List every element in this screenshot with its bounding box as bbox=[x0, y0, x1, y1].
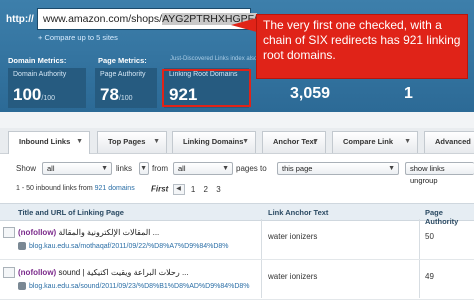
from-label: from bbox=[152, 164, 168, 173]
table-row: (nofollow) المقالات الإلكترونية والمقالة… bbox=[0, 220, 474, 260]
tab-advanced-reports[interactable]: Advanced Repo bbox=[424, 131, 474, 166]
chevron-down-icon: ▼ bbox=[312, 138, 319, 145]
page-3-link[interactable]: 3 bbox=[216, 185, 220, 194]
domain-authority-label: Domain Authority bbox=[13, 71, 67, 78]
prev-page-icon[interactable]: ◀ bbox=[172, 184, 185, 195]
filter-bar: Show all ▼ links ▼ from all ▼ pages to thi… bbox=[0, 154, 474, 204]
page-authority-label: Page Authority bbox=[100, 71, 146, 78]
tab-linking-domains[interactable]: Linking Domains ▼ bbox=[172, 131, 256, 153]
tab-label: Top Pages bbox=[108, 137, 146, 146]
col-anchor-text[interactable]: Link Anchor Text bbox=[268, 208, 328, 217]
domain-authority-value: 100 bbox=[13, 85, 42, 104]
metric-value-5: 1 bbox=[404, 85, 413, 102]
nofollow-tag: (nofollow) bbox=[18, 268, 57, 277]
link-icon bbox=[18, 242, 26, 250]
page-2-link[interactable]: 2 bbox=[204, 185, 208, 194]
page-authority-value: 50 bbox=[425, 232, 434, 241]
chevron-down-icon: ▼ bbox=[242, 138, 249, 145]
tab-compare-link-metrics[interactable]: Compare Link Metrics▼ bbox=[332, 131, 418, 166]
tab-label: Anchor Text bbox=[273, 137, 317, 146]
link-type-select[interactable]: all ▼ bbox=[42, 162, 112, 175]
url-header: http:// www.amazon.com/shops/AYG2PTRHXHG… bbox=[0, 0, 474, 112]
anchor-text: water ionizers bbox=[268, 272, 318, 281]
annotation-callout: The very first one checked, with a chain… bbox=[256, 14, 468, 79]
url-scheme-label: http:// bbox=[6, 14, 34, 25]
link-icon bbox=[18, 282, 26, 290]
url-input[interactable]: www.amazon.com/shops/AYG2PTRHXHGPF/ bbox=[37, 8, 257, 30]
pager-first-label[interactable]: First bbox=[151, 185, 168, 194]
table-header: Title and URL of Linking Page Link Ancho… bbox=[0, 203, 474, 226]
url-plain-text: www.amazon.com/shops/ bbox=[43, 13, 163, 25]
pages-to-label: pages to bbox=[236, 164, 267, 173]
highlight-box bbox=[162, 69, 251, 107]
nofollow-tag: (nofollow) bbox=[18, 228, 57, 237]
link-grouping-value: show links ungroup bbox=[410, 164, 445, 185]
tab-anchor-text[interactable]: Anchor Text ▼ bbox=[262, 131, 326, 153]
linking-page-url[interactable]: blog.kau.edu.sa/mothaqaf/2011/09/22/%D8%… bbox=[29, 243, 229, 250]
metric-value-4: 3,059 bbox=[290, 85, 331, 102]
page-authority-value: 49 bbox=[425, 272, 434, 281]
domains-link[interactable]: 921 domains bbox=[95, 185, 135, 192]
links-toggle[interactable]: ▼ bbox=[139, 162, 149, 175]
domain-authority-unit: /100 bbox=[41, 95, 55, 102]
linking-page-title[interactable]: sound | رحلات البراعة ويقيت اكتيكية ... bbox=[58, 268, 188, 277]
target-value: this page bbox=[282, 164, 313, 173]
tab-inbound-links[interactable]: Inbound Links ▼ bbox=[8, 131, 90, 154]
page-metrics-label: Page Metrics: bbox=[98, 56, 147, 65]
chevron-down-icon: ▼ bbox=[140, 165, 147, 172]
chevron-down-icon: ▼ bbox=[404, 138, 411, 145]
from-select[interactable]: all ▼ bbox=[173, 162, 233, 175]
results-count: 1 - 50 inbound links from 921 domains bbox=[16, 185, 135, 192]
link-grouping-select[interactable]: show links ungroup bbox=[405, 162, 474, 185]
just-discovered-hint: Just-Discovered Links index also... bbox=[170, 56, 263, 62]
from-value: all bbox=[178, 164, 186, 173]
tab-label: Inbound Links bbox=[19, 137, 71, 146]
page-1-link[interactable]: 1 bbox=[191, 185, 195, 194]
page-authority-tile: Page Authority 78/100 bbox=[95, 68, 157, 108]
target-select[interactable]: this page ▼ bbox=[277, 162, 399, 175]
tab-top-pages[interactable]: Top Pages ▼ bbox=[97, 131, 167, 153]
chevron-down-icon: ▼ bbox=[153, 138, 160, 145]
chevron-down-icon: ▼ bbox=[388, 165, 395, 172]
page-authority-unit: /100 bbox=[118, 95, 133, 102]
table-row: (nofollow) sound | رحلات البراعة ويقيت ا… bbox=[0, 260, 474, 300]
compare-sites-link[interactable]: + Compare up to 5 sites bbox=[38, 33, 118, 42]
anchor-text: water ionizers bbox=[268, 232, 318, 241]
section-gap bbox=[0, 112, 474, 128]
tab-bar: Inbound Links ▼ Top Pages ▼ Linking Domain… bbox=[0, 128, 474, 166]
results-prefix: 1 - 50 inbound links from bbox=[16, 185, 93, 192]
tab-label: Linking Domains bbox=[183, 137, 244, 146]
links-label: links bbox=[116, 164, 133, 173]
linking-page-title[interactable]: المقالات الإلكترونية والمقالة ... bbox=[58, 228, 159, 237]
chevron-down-icon: ▼ bbox=[76, 138, 83, 145]
chevron-down-icon: ▼ bbox=[101, 165, 108, 172]
domain-authority-tile: Domain Authority 100/100 bbox=[8, 68, 86, 108]
domain-metrics-label: Domain Metrics: bbox=[8, 56, 67, 65]
col-title-url[interactable]: Title and URL of Linking Page bbox=[18, 208, 124, 217]
row-checkbox[interactable] bbox=[3, 267, 15, 278]
row-checkbox[interactable] bbox=[3, 227, 15, 238]
link-type-value: all bbox=[47, 164, 55, 173]
show-label: Show bbox=[16, 164, 37, 173]
callout-arrow bbox=[231, 18, 257, 32]
chevron-down-icon: ▼ bbox=[222, 165, 229, 172]
linking-page-url[interactable]: blog.kau.edu.sa/sound/2011/09/23/%D8%B1%… bbox=[29, 283, 250, 290]
page-authority-value: 78 bbox=[100, 85, 119, 104]
pagination: First ◀ 1 2 3 bbox=[151, 184, 221, 195]
